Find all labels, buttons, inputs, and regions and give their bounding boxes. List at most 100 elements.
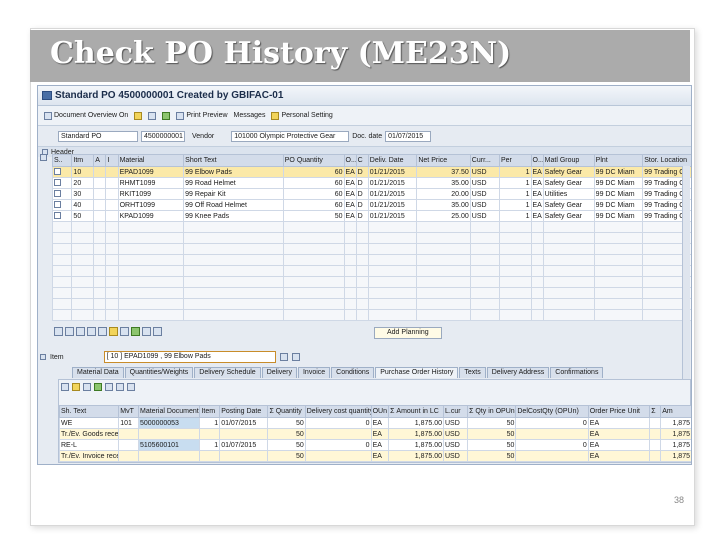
item-cell[interactable]	[93, 199, 107, 211]
doc-type-select[interactable]: Standard PO	[58, 130, 138, 142]
item-cell[interactable]: 99 Knee Pads	[183, 210, 284, 222]
hist-col-header[interactable]: Item	[199, 405, 221, 418]
history-filter-icon[interactable]	[83, 383, 91, 391]
empty-cell[interactable]	[71, 254, 95, 266]
history-cell[interactable]	[199, 450, 221, 462]
row-checkbox[interactable]	[54, 179, 61, 187]
empty-cell[interactable]	[105, 287, 119, 299]
empty-cell[interactable]	[593, 298, 644, 310]
empty-cell[interactable]	[93, 298, 107, 310]
history-cell[interactable]	[649, 439, 662, 451]
history-cell[interactable]: 1,875	[660, 450, 691, 462]
empty-cell[interactable]	[117, 221, 185, 233]
history-cell[interactable]: 1,875	[660, 439, 691, 451]
item-cell[interactable]: 99 DC Miam	[593, 166, 644, 178]
item-cell[interactable]: RHMT1099	[117, 177, 185, 189]
col-header[interactable]: Matl Group	[542, 154, 595, 167]
item-cell[interactable]: 60	[282, 188, 345, 200]
next-item-icon[interactable]	[291, 353, 300, 361]
empty-cell[interactable]	[105, 243, 119, 255]
history-cell[interactable]: 1,875	[660, 428, 691, 440]
empty-cell[interactable]	[498, 276, 532, 288]
item-row[interactable]: 50 KPAD1099 99 Knee Pads 50 EA D 01/21/2015 25.…	[51, 210, 691, 222]
empty-item-row[interactable]	[51, 298, 691, 310]
history-cell[interactable]: EA	[370, 428, 390, 440]
history-cell[interactable]: USD	[442, 439, 469, 451]
empty-cell[interactable]	[355, 309, 369, 321]
history-cell[interactable]: 50	[267, 417, 306, 429]
tab-purchase-order-history[interactable]: Purchase Order History	[375, 367, 459, 378]
history-cell[interactable]: USD	[442, 428, 469, 440]
empty-cell[interactable]	[367, 287, 418, 299]
empty-cell[interactable]	[593, 232, 644, 244]
item-cell[interactable]	[93, 210, 107, 222]
messages-button[interactable]: Messages	[234, 112, 266, 119]
item-cell[interactable]: 99 Elbow Pads	[183, 166, 284, 178]
empty-cell[interactable]	[93, 309, 107, 321]
item-status-cell[interactable]	[51, 210, 73, 222]
empty-cell[interactable]	[343, 276, 357, 288]
col-header[interactable]: Plnt	[593, 154, 644, 167]
empty-cell[interactable]	[469, 265, 500, 277]
hist-col-header[interactable]: Material Document	[137, 405, 201, 418]
hist-col-header[interactable]: Σ Quantity	[267, 405, 306, 418]
item-row[interactable]: 40 ORHT1099 99 Off Road Helmet 60 EA D 01/21/2…	[51, 199, 691, 211]
empty-cell[interactable]	[51, 309, 73, 321]
empty-cell[interactable]	[93, 221, 107, 233]
hist-col-header[interactable]: Order Price Unit	[587, 405, 651, 418]
empty-item-row[interactable]	[51, 221, 691, 233]
empty-cell[interactable]	[355, 243, 369, 255]
empty-cell[interactable]	[282, 243, 345, 255]
item-cell[interactable]: EA	[343, 210, 357, 222]
empty-cell[interactable]	[93, 243, 107, 255]
item-cell[interactable]: EA	[530, 177, 544, 189]
history-cell[interactable]	[304, 450, 372, 462]
item-cell[interactable]: 25.00	[416, 210, 471, 222]
empty-cell[interactable]	[93, 232, 107, 244]
po-number-field[interactable]: 4500000001	[141, 130, 185, 142]
history-cell[interactable]: EA	[587, 417, 651, 429]
history-cell[interactable]	[118, 428, 139, 440]
col-header[interactable]: O...	[343, 154, 357, 167]
personal-setting-button[interactable]: Personal Setting	[271, 111, 333, 120]
item-row[interactable]: 30 RKIT1099 99 Repair Kit 60 EA D 01/21/2015 20…	[51, 188, 691, 200]
item-row[interactable]: 20 RHMT1099 99 Road Helmet 60 EA D 01/21/2015 3…	[51, 177, 691, 189]
empty-cell[interactable]	[117, 254, 185, 266]
item-cell[interactable]: KPAD1099	[117, 210, 185, 222]
empty-cell[interactable]	[416, 309, 471, 321]
empty-item-row[interactable]	[51, 287, 691, 299]
item-cell[interactable]: D	[355, 199, 369, 211]
collapse-icon[interactable]	[40, 354, 46, 360]
material-document-link[interactable]: 5000000053	[137, 417, 201, 429]
empty-cell[interactable]	[183, 309, 284, 321]
tab-invoice[interactable]: Invoice	[297, 367, 331, 378]
add-planning-button[interactable]: Add Planning	[374, 327, 442, 339]
item-cell[interactable]: 01/21/2015	[367, 166, 418, 178]
empty-cell[interactable]	[51, 221, 73, 233]
history-cell[interactable]: 01/07/2015	[219, 417, 269, 429]
item-cell[interactable]: 40	[71, 199, 95, 211]
empty-cell[interactable]	[367, 265, 418, 277]
col-header[interactable]: Curr...	[469, 154, 500, 167]
col-header[interactable]: C	[355, 154, 369, 167]
history-cell[interactable]	[199, 428, 221, 440]
item-cell[interactable]: D	[355, 166, 369, 178]
empty-cell[interactable]	[367, 221, 418, 233]
empty-cell[interactable]	[355, 287, 369, 299]
history-cell[interactable]	[515, 428, 589, 440]
select-all-icon[interactable]	[40, 154, 47, 161]
history-cell[interactable]: 1,875.00	[388, 417, 444, 429]
item-cell[interactable]: 99 DC Miam	[593, 188, 644, 200]
item-cell[interactable]: 60	[282, 166, 345, 178]
empty-cell[interactable]	[51, 298, 73, 310]
empty-cell[interactable]	[498, 221, 532, 233]
empty-cell[interactable]	[105, 298, 119, 310]
empty-cell[interactable]	[530, 265, 544, 277]
empty-cell[interactable]	[530, 309, 544, 321]
empty-cell[interactable]	[117, 298, 185, 310]
empty-cell[interactable]	[498, 265, 532, 277]
empty-cell[interactable]	[498, 309, 532, 321]
create-icon[interactable]	[134, 111, 143, 120]
empty-cell[interactable]	[542, 309, 595, 321]
item-cell[interactable]	[105, 199, 119, 211]
